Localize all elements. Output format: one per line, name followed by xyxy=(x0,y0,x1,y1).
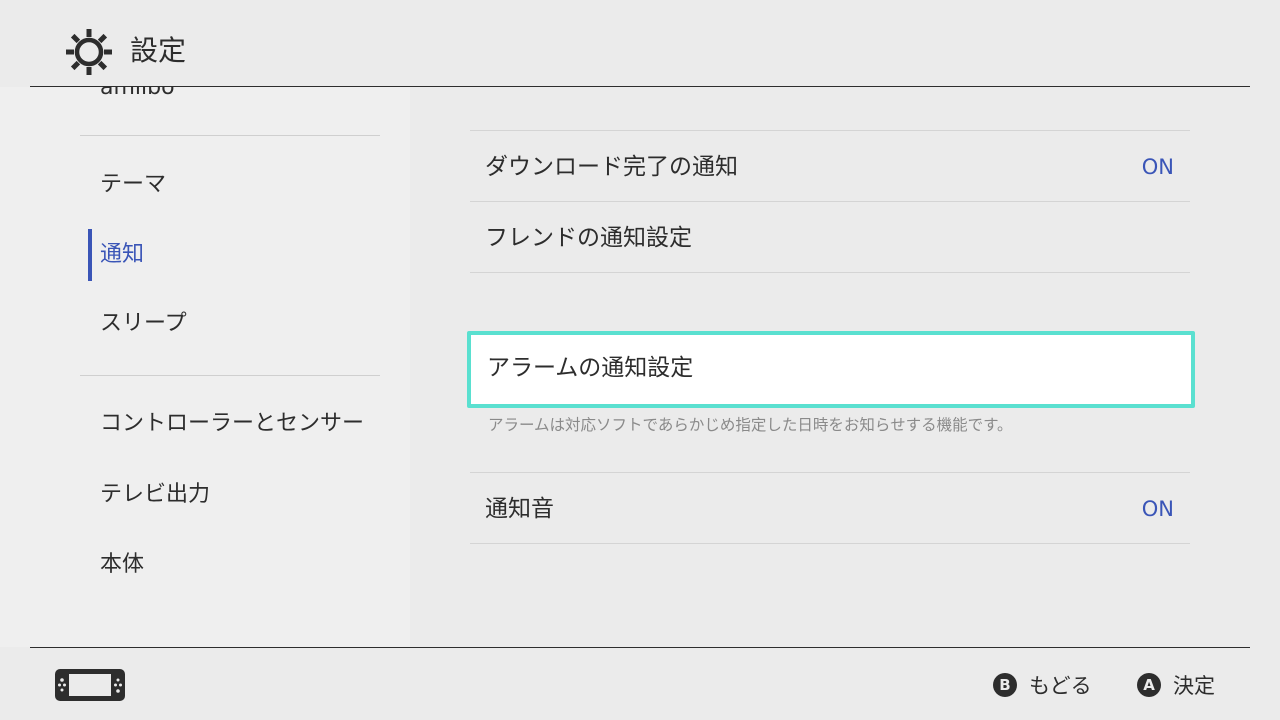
sidebar-item-notifications[interactable]: 通知 xyxy=(100,240,144,270)
row-divider xyxy=(470,272,1190,273)
confirm-button[interactable]: A 決定 xyxy=(1137,670,1215,700)
row-description: アラームは対応ソフトであらかじめ指定した日時をお知らせする機能です。 xyxy=(488,416,1013,434)
row-label: フレンドの通知設定 xyxy=(485,225,692,251)
footer: B もどる A 決定 xyxy=(0,648,1280,720)
row-label: アラームの通知設定 xyxy=(487,355,694,381)
back-label: もどる xyxy=(1029,674,1092,698)
sidebar-item-tv-output[interactable]: テレビ出力 xyxy=(100,480,210,510)
settings-list: ダウンロード完了の通知 ON フレンドの通知設定 アラームの通知設定 アラームは… xyxy=(410,87,1280,647)
list-item-alarm-notification[interactable]: アラームの通知設定 xyxy=(467,331,1195,408)
row-label: 通知音 xyxy=(485,496,554,522)
sidebar-item-controllers[interactable]: コントローラーとセンサー xyxy=(100,409,364,439)
sidebar-divider xyxy=(80,375,380,376)
sidebar-item-sleep[interactable]: スリープ xyxy=(100,309,187,339)
row-value: ON xyxy=(1141,155,1174,179)
sidebar-divider xyxy=(80,135,380,136)
sidebar: amiibo テーマ 通知 スリープ コントローラーとセンサー テレビ出力 本体 xyxy=(0,87,410,647)
sidebar-active-indicator xyxy=(88,229,92,281)
handheld-console-icon xyxy=(55,669,125,701)
back-button[interactable]: B もどる xyxy=(993,670,1092,700)
a-button-icon: A xyxy=(1137,673,1161,697)
confirm-label: 決定 xyxy=(1173,674,1215,698)
row-divider xyxy=(470,130,1190,131)
b-button-icon: B xyxy=(993,673,1017,697)
row-divider xyxy=(470,201,1190,202)
header: 設定 xyxy=(0,0,1280,88)
sidebar-item-system[interactable]: 本体 xyxy=(100,550,144,580)
page-title: 設定 xyxy=(130,34,187,67)
sidebar-item-theme[interactable]: テーマ xyxy=(100,170,166,200)
gear-icon xyxy=(66,29,112,75)
row-divider xyxy=(470,543,1190,544)
sidebar-item-amiibo[interactable]: amiibo xyxy=(100,87,175,103)
row-value: ON xyxy=(1141,497,1174,521)
row-label: ダウンロード完了の通知 xyxy=(485,154,738,180)
row-divider xyxy=(470,472,1190,473)
